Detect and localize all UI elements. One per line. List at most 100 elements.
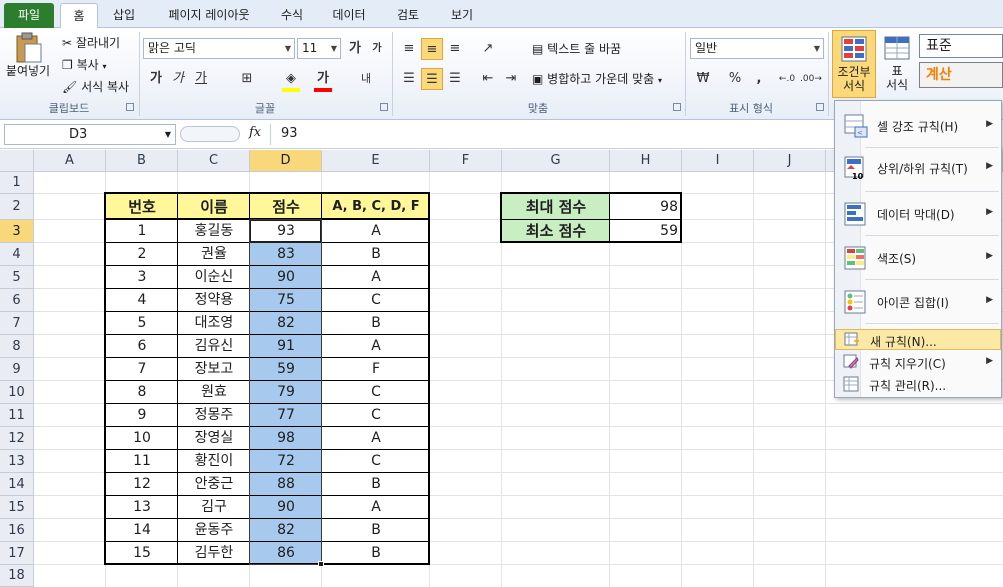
table-cell[interactable]: B bbox=[322, 519, 430, 542]
align-middle-button[interactable]: ≡ bbox=[421, 38, 443, 60]
table-cell[interactable]: 장보고 bbox=[178, 358, 250, 381]
align-center-button[interactable]: ☰ bbox=[421, 68, 443, 90]
cell-style-normal[interactable]: 표준 bbox=[919, 34, 1003, 58]
column-header[interactable]: H bbox=[610, 150, 682, 172]
table-cell[interactable]: 1 bbox=[106, 220, 178, 243]
table-cell[interactable]: A bbox=[322, 220, 430, 243]
table-cell[interactable]: 정몽주 bbox=[178, 404, 250, 427]
summary-label-cell[interactable]: 최소 점수 bbox=[502, 220, 610, 243]
select-all-corner[interactable] bbox=[0, 150, 34, 172]
alignment-launcher-icon[interactable] bbox=[673, 103, 681, 111]
table-cell[interactable]: C bbox=[322, 381, 430, 404]
table-cell[interactable]: 77 bbox=[250, 404, 322, 427]
column-header-selected[interactable]: D bbox=[250, 150, 322, 172]
tab-home[interactable]: 홈 bbox=[60, 3, 98, 29]
row-header-selected[interactable]: 3 bbox=[0, 220, 34, 243]
row-header[interactable]: 17 bbox=[0, 542, 34, 565]
table-cell[interactable]: 82 bbox=[250, 519, 322, 542]
borders-button[interactable]: ⊞ bbox=[236, 68, 258, 90]
tab-insert[interactable]: 삽입 bbox=[104, 3, 144, 28]
summary-label-cell[interactable]: 최대 점수 bbox=[502, 194, 610, 220]
decrease-indent-button[interactable]: ⇤ bbox=[477, 68, 499, 90]
table-cell[interactable]: 91 bbox=[250, 335, 322, 358]
table-header-cell[interactable]: A, B, C, D, F bbox=[322, 194, 430, 220]
decrease-decimal-button[interactable]: .00→ bbox=[800, 68, 822, 90]
conditional-format-button[interactable]: 조건부 서식 bbox=[832, 30, 876, 98]
number-format-select[interactable]: 일반 ▼ bbox=[690, 38, 824, 59]
table-cell[interactable]: 안중근 bbox=[178, 473, 250, 496]
table-cell[interactable]: 장영실 bbox=[178, 427, 250, 450]
table-cell[interactable]: 8 bbox=[106, 381, 178, 404]
tab-formulas[interactable]: 수식 bbox=[272, 3, 312, 28]
fill-handle[interactable] bbox=[318, 561, 324, 567]
insert-function-icon[interactable]: fx bbox=[249, 125, 261, 140]
table-cell[interactable]: 90 bbox=[250, 266, 322, 289]
column-header[interactable]: C bbox=[178, 150, 250, 172]
tab-page-layout[interactable]: 페이지 레이아웃 bbox=[154, 3, 264, 28]
table-cell[interactable]: B bbox=[322, 243, 430, 266]
table-cell[interactable]: A bbox=[322, 266, 430, 289]
table-header-cell[interactable]: 번호 bbox=[106, 194, 178, 220]
table-cell[interactable]: 7 bbox=[106, 358, 178, 381]
accounting-button[interactable]: ₩ bbox=[692, 68, 714, 90]
table-cell[interactable]: 권율 bbox=[178, 243, 250, 266]
row-header[interactable]: 14 bbox=[0, 473, 34, 496]
table-cell[interactable]: C bbox=[322, 404, 430, 427]
table-cell[interactable]: A bbox=[322, 496, 430, 519]
bold-button[interactable]: 가 bbox=[145, 68, 167, 90]
row-header[interactable]: 5 bbox=[0, 266, 34, 289]
menu-item-color-scales[interactable]: 색조(S) ▶ bbox=[835, 241, 1001, 275]
align-right-button[interactable]: ☰ bbox=[444, 68, 466, 90]
cut-button[interactable]: ✂ 잘라내기 bbox=[62, 34, 120, 51]
table-cell[interactable]: C bbox=[322, 289, 430, 312]
font-name-select[interactable]: 맑은 고딕 ▼ bbox=[143, 38, 295, 59]
row-header[interactable]: 4 bbox=[0, 243, 34, 266]
grow-font-button[interactable]: 가 bbox=[344, 38, 366, 60]
table-cell[interactable]: 88 bbox=[250, 473, 322, 496]
table-cell[interactable]: 정약용 bbox=[178, 289, 250, 312]
column-header[interactable]: B bbox=[106, 150, 178, 172]
format-painter-button[interactable]: 🖌 서식 복사 bbox=[62, 78, 129, 95]
name-box[interactable]: D3 ▼ bbox=[4, 124, 176, 145]
column-header[interactable]: G bbox=[502, 150, 610, 172]
table-cell[interactable]: 김구 bbox=[178, 496, 250, 519]
row-header[interactable]: 18 bbox=[0, 565, 34, 587]
row-header[interactable]: 8 bbox=[0, 335, 34, 358]
table-cell[interactable]: 83 bbox=[250, 243, 322, 266]
column-header[interactable]: A bbox=[34, 150, 106, 172]
cell-style-calc[interactable]: 계산 bbox=[919, 62, 1003, 88]
table-cell[interactable]: 11 bbox=[106, 450, 178, 473]
table-cell[interactable]: 82 bbox=[250, 312, 322, 335]
table-cell[interactable]: 대조영 bbox=[178, 312, 250, 335]
table-cell[interactable]: 3 bbox=[106, 266, 178, 289]
shrink-font-button[interactable]: 가 bbox=[366, 38, 388, 60]
summary-value-cell[interactable]: 59 bbox=[610, 220, 682, 243]
summary-value-cell[interactable]: 98 bbox=[610, 194, 682, 220]
table-cell[interactable]: 9 bbox=[106, 404, 178, 427]
table-cell[interactable]: A bbox=[322, 335, 430, 358]
row-header[interactable]: 1 bbox=[0, 172, 34, 194]
paste-button[interactable]: 붙여넣기 bbox=[4, 32, 52, 92]
active-cell[interactable]: 93 bbox=[250, 220, 322, 243]
number-launcher-icon[interactable] bbox=[816, 103, 824, 111]
format-table-button[interactable]: 표 서식 bbox=[878, 30, 916, 98]
column-header[interactable]: E bbox=[322, 150, 430, 172]
column-header[interactable]: J bbox=[754, 150, 826, 172]
table-cell[interactable]: 4 bbox=[106, 289, 178, 312]
table-cell[interactable]: 2 bbox=[106, 243, 178, 266]
menu-item-highlight-cells[interactable]: < 셀 강조 규칙(H) ▶ bbox=[835, 109, 1001, 143]
fill-color-button[interactable]: ◈ bbox=[280, 68, 302, 90]
menu-item-data-bars[interactable]: 데이터 막대(D) ▶ bbox=[835, 197, 1001, 231]
row-header[interactable]: 10 bbox=[0, 381, 34, 404]
table-cell[interactable]: 김두한 bbox=[178, 542, 250, 565]
row-header[interactable]: 2 bbox=[0, 194, 34, 220]
table-cell[interactable]: 윤동주 bbox=[178, 519, 250, 542]
formula-bar-resize-handle[interactable] bbox=[180, 126, 240, 142]
table-cell[interactable]: 98 bbox=[250, 427, 322, 450]
table-cell[interactable]: 13 bbox=[106, 496, 178, 519]
copy-button[interactable]: ❐ 복사 ▾ bbox=[62, 56, 107, 73]
row-header[interactable]: 6 bbox=[0, 289, 34, 312]
table-cell[interactable]: 6 bbox=[106, 335, 178, 358]
table-cell[interactable]: C bbox=[322, 450, 430, 473]
table-cell[interactable]: A bbox=[322, 427, 430, 450]
